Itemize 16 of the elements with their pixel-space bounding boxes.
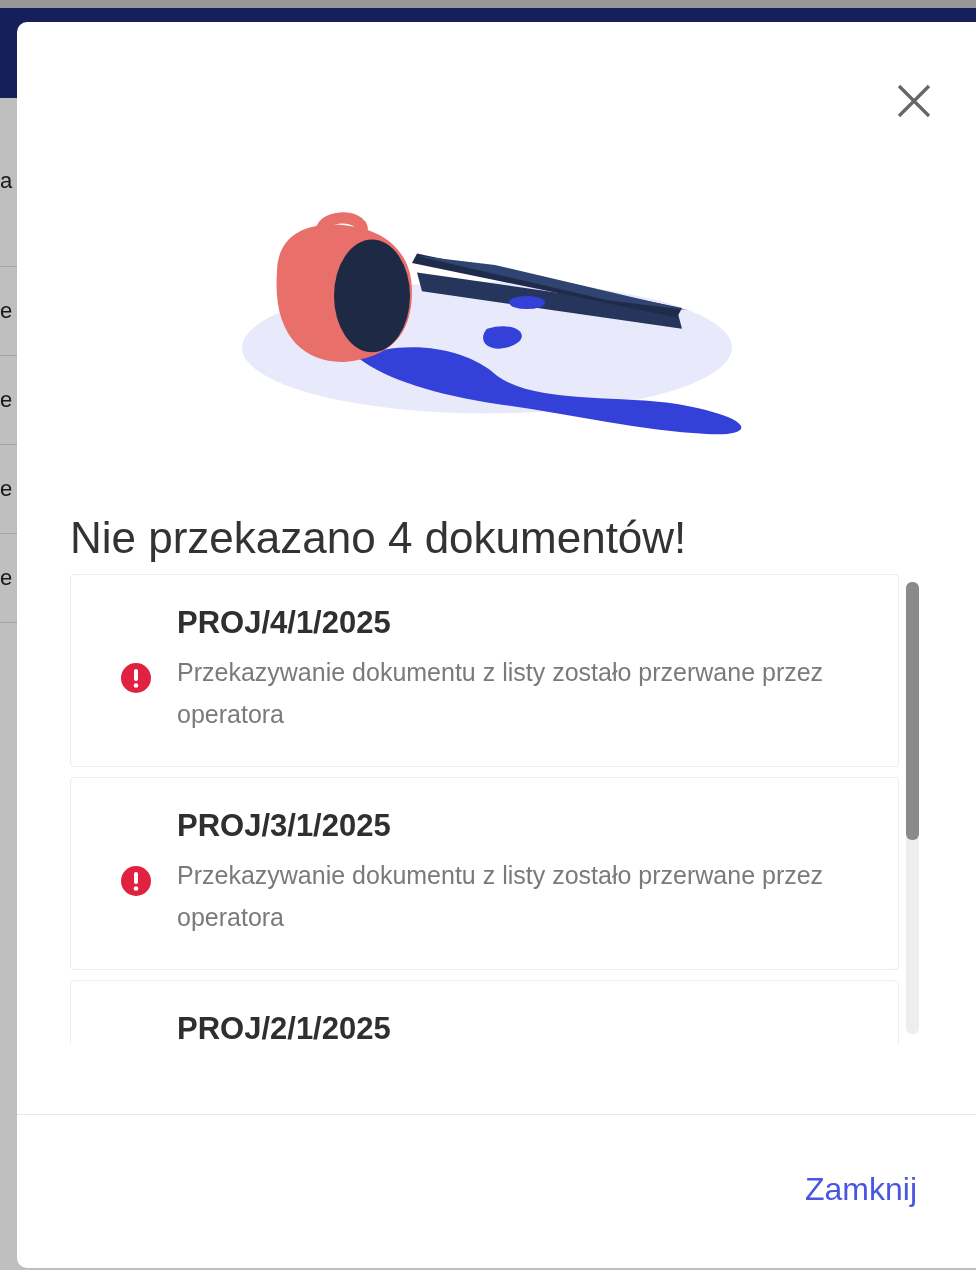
document-number: PROJ/2/1/2025 <box>177 1010 392 1044</box>
background-text: e <box>0 387 13 413</box>
error-message: Przekazywanie dokumentu z listy zostało przerwane przez operatora <box>177 860 825 933</box>
dialog-title: Nie przekazano 4 dokumentów! <box>70 512 688 564</box>
background-text: a <box>0 168 13 194</box>
document-number: PROJ/3/1/2025 <box>177 807 392 845</box>
background-text: e <box>0 476 13 502</box>
error-icon <box>121 865 151 896</box>
background-text: e <box>0 565 13 591</box>
background-text: e <box>0 298 13 324</box>
error-message: Przekazywanie dokumentu z listy zostało przerwane przez operatora <box>177 657 825 730</box>
close-button[interactable]: Zamknij <box>805 1164 917 1214</box>
scrollbar[interactable] <box>906 582 919 1034</box>
document-number: PROJ/4/1/2025 <box>177 604 392 642</box>
error-icon <box>121 662 151 693</box>
close-icon[interactable] <box>897 84 931 118</box>
